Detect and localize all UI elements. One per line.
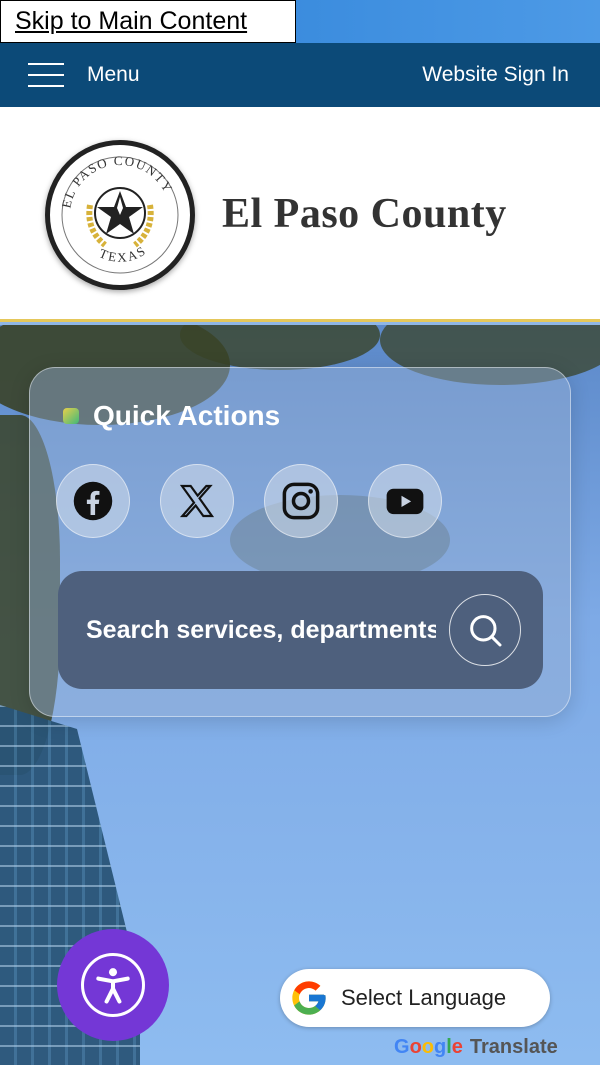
google-g-icon bbox=[292, 981, 326, 1015]
search-box bbox=[58, 571, 543, 689]
navbar: Menu Website Sign In bbox=[0, 43, 600, 107]
menu-button[interactable]: Menu bbox=[28, 63, 140, 87]
search-icon bbox=[470, 615, 502, 647]
facebook-button[interactable] bbox=[56, 464, 130, 538]
hamburger-icon bbox=[28, 63, 64, 87]
facebook-icon bbox=[73, 481, 113, 521]
translate-label: Translate bbox=[469, 1036, 558, 1058]
select-language-button[interactable]: Select Language bbox=[280, 969, 550, 1027]
instagram-button[interactable] bbox=[264, 464, 338, 538]
county-seal-logo[interactable]: EL PASO COUNTY TEXAS bbox=[45, 140, 195, 290]
accessibility-button[interactable] bbox=[57, 929, 169, 1041]
google-translate-attribution: Google Translate bbox=[394, 1036, 558, 1059]
status-dot-icon bbox=[63, 408, 79, 424]
google-logo: Google bbox=[394, 1036, 463, 1058]
county-name-title: El Paso County bbox=[222, 191, 507, 237]
menu-label: Menu bbox=[87, 63, 140, 86]
select-language-label: Select Language bbox=[341, 985, 507, 1010]
website-sign-in-link[interactable]: Website Sign In bbox=[422, 63, 569, 87]
youtube-button[interactable] bbox=[368, 464, 442, 538]
x-button[interactable] bbox=[160, 464, 234, 538]
search-input[interactable] bbox=[86, 615, 436, 645]
quick-actions-title: Quick Actions bbox=[93, 400, 281, 431]
search-button[interactable] bbox=[449, 594, 521, 666]
site-header: EL PASO COUNTY TEXAS El Paso County bbox=[0, 107, 600, 322]
skip-to-content[interactable]: Skip to Main Content bbox=[0, 0, 296, 43]
instagram-icon bbox=[282, 482, 320, 520]
quick-actions-heading: Quick Actions bbox=[63, 400, 280, 432]
x-icon bbox=[179, 484, 215, 518]
youtube-icon bbox=[386, 488, 424, 515]
accessibility-icon bbox=[81, 953, 145, 1017]
svg-text:TEXAS: TEXAS bbox=[97, 242, 149, 265]
skip-link[interactable]: Skip to Main Content bbox=[15, 7, 247, 36]
